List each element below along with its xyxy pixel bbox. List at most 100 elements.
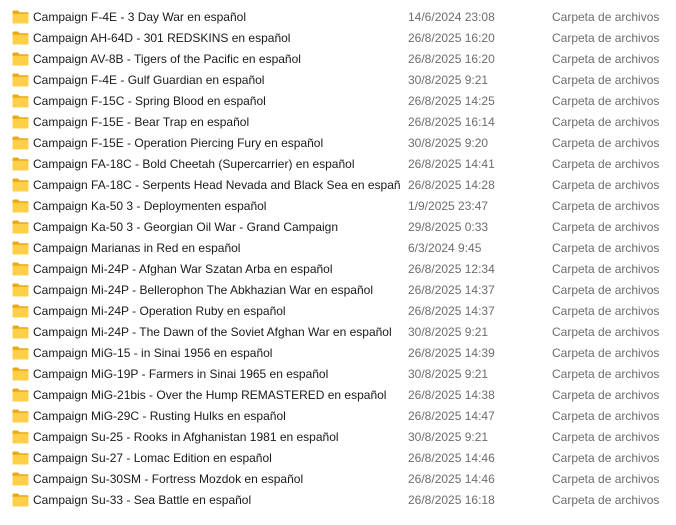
file-type: Carpeta de archivos <box>552 178 660 192</box>
file-type: Carpeta de archivos <box>552 367 660 381</box>
file-row[interactable]: Campaign F-15C - Spring Blood en español… <box>0 91 676 112</box>
file-name: Campaign FA-18C - Serpents Head Nevada a… <box>33 178 401 192</box>
file-type: Carpeta de archivos <box>552 451 660 465</box>
file-row[interactable]: Campaign Su-30SM - Fortress Mozdok en es… <box>0 469 676 490</box>
file-modified-date: 30/8/2025 9:21 <box>408 430 489 444</box>
file-row[interactable]: Campaign Su-33 - Sea Battle en español 2… <box>0 490 676 511</box>
file-row[interactable]: Campaign F-4E - Gulf Guardian en español… <box>0 70 676 91</box>
file-modified-date: 14/6/2024 23:08 <box>408 10 495 24</box>
file-modified-date: 30/8/2025 9:21 <box>408 73 489 87</box>
file-name: Campaign MiG-15 - in Sinai 1956 en españ… <box>33 346 273 360</box>
file-row[interactable]: Campaign F-15E - Bear Trap en español 26… <box>0 112 676 133</box>
file-modified-date: 26/8/2025 14:28 <box>408 178 495 192</box>
file-type: Carpeta de archivos <box>552 283 660 297</box>
file-modified-date: 26/8/2025 16:20 <box>408 52 495 66</box>
folder-icon <box>12 472 29 486</box>
file-name: Campaign Mi-24P - The Dawn of the Soviet… <box>33 325 392 339</box>
file-row[interactable]: Campaign Mi-24P - The Dawn of the Soviet… <box>0 322 676 343</box>
file-row[interactable]: Campaign Marianas in Red en español 6/3/… <box>0 238 676 259</box>
file-modified-date: 29/8/2025 0:33 <box>408 220 489 234</box>
file-type: Carpeta de archivos <box>552 388 660 402</box>
file-name: Campaign MiG-19P - Farmers in Sinai 1965… <box>33 367 329 381</box>
file-type: Carpeta de archivos <box>552 136 660 150</box>
file-row[interactable]: Campaign F-15E - Operation Piercing Fury… <box>0 133 676 154</box>
file-row[interactable]: Campaign FA-18C - Serpents Head Nevada a… <box>0 175 676 196</box>
file-modified-date: 6/3/2024 9:45 <box>408 241 482 255</box>
file-name: Campaign Mi-24P - Operation Ruby en espa… <box>33 304 286 318</box>
folder-icon <box>12 52 29 66</box>
file-row[interactable]: Campaign Mi-24P - Bellerophon The Abkhaz… <box>0 280 676 301</box>
file-modified-date: 26/8/2025 14:38 <box>408 388 495 402</box>
file-modified-date: 1/9/2025 23:47 <box>408 199 489 213</box>
file-row[interactable]: Campaign Ka-50 3 - Deploymenten español … <box>0 196 676 217</box>
file-type: Carpeta de archivos <box>552 472 660 486</box>
file-name: Campaign Su-27 - Lomac Edition en españo… <box>33 451 272 465</box>
folder-icon <box>12 493 29 507</box>
file-row[interactable]: Campaign Su-25 - Rooks in Afghanistan 19… <box>0 427 676 448</box>
folder-icon <box>12 157 29 171</box>
file-type: Carpeta de archivos <box>552 94 660 108</box>
file-modified-date: 26/8/2025 16:18 <box>408 493 495 507</box>
file-type: Carpeta de archivos <box>552 157 660 171</box>
file-row[interactable]: Campaign MiG-21bis - Over the Hump REMAS… <box>0 385 676 406</box>
file-type: Carpeta de archivos <box>552 73 660 87</box>
folder-icon <box>12 178 29 192</box>
folder-icon <box>12 115 29 129</box>
file-name: Campaign F-15E - Bear Trap en español <box>33 115 250 129</box>
file-name: Campaign AH-64D - 301 REDSKINS en españo… <box>33 31 291 45</box>
folder-icon <box>12 10 29 24</box>
folder-icon <box>12 388 29 402</box>
folder-icon <box>12 304 29 318</box>
file-modified-date: 26/8/2025 14:41 <box>408 157 495 171</box>
file-type: Carpeta de archivos <box>552 10 660 24</box>
folder-icon <box>12 136 29 150</box>
file-modified-date: 26/8/2025 12:34 <box>408 262 495 276</box>
file-type: Carpeta de archivos <box>552 325 660 339</box>
folder-icon <box>12 31 29 45</box>
file-type: Carpeta de archivos <box>552 262 660 276</box>
file-name: Campaign AV-8B - Tigers of the Pacific e… <box>33 52 301 66</box>
file-name: Campaign Marianas in Red en español <box>33 241 241 255</box>
file-modified-date: 26/8/2025 14:47 <box>408 409 495 423</box>
file-name: Campaign Su-30SM - Fortress Mozdok en es… <box>33 472 304 486</box>
file-modified-date: 26/8/2025 14:37 <box>408 283 495 297</box>
file-row[interactable]: Campaign Mi-24P - Operation Ruby en espa… <box>0 301 676 322</box>
file-name: Campaign Ka-50 3 - Georgian Oil War - Gr… <box>33 220 339 234</box>
file-row[interactable]: Campaign Mi-24P - Afghan War Szatan Arba… <box>0 259 676 280</box>
file-type: Carpeta de archivos <box>552 304 660 318</box>
file-modified-date: 26/8/2025 16:14 <box>408 115 495 129</box>
folder-icon <box>12 367 29 381</box>
file-type: Carpeta de archivos <box>552 115 660 129</box>
folder-icon <box>12 451 29 465</box>
file-name: Campaign Su-33 - Sea Battle en español <box>33 493 252 507</box>
file-row[interactable]: Campaign MiG-29C - Rusting Hulks en espa… <box>0 406 676 427</box>
file-row[interactable]: Campaign FA-18C - Bold Cheetah (Supercar… <box>0 154 676 175</box>
file-row[interactable]: Campaign Ka-50 3 - Georgian Oil War - Gr… <box>0 217 676 238</box>
file-name: Campaign Ka-50 3 - Deploymenten español <box>33 199 267 213</box>
file-modified-date: 26/8/2025 14:46 <box>408 451 495 465</box>
file-row[interactable]: Campaign F-4E - 3 Day War en español 14/… <box>0 7 676 28</box>
file-name: Campaign Mi-24P - Bellerophon The Abkhaz… <box>33 283 373 297</box>
file-name: Campaign Mi-24P - Afghan War Szatan Arba… <box>33 262 333 276</box>
folder-icon <box>12 241 29 255</box>
file-name: Campaign MiG-29C - Rusting Hulks en espa… <box>33 409 286 423</box>
file-name: Campaign FA-18C - Bold Cheetah (Supercar… <box>33 157 355 171</box>
file-list: Campaign F-4E - 3 Day War en español 14/… <box>0 7 676 511</box>
file-row[interactable]: Campaign MiG-15 - in Sinai 1956 en españ… <box>0 343 676 364</box>
file-modified-date: 26/8/2025 14:39 <box>408 346 495 360</box>
file-type: Carpeta de archivos <box>552 220 660 234</box>
file-type: Carpeta de archivos <box>552 493 660 507</box>
file-modified-date: 26/8/2025 14:37 <box>408 304 495 318</box>
file-row[interactable]: Campaign AV-8B - Tigers of the Pacific e… <box>0 49 676 70</box>
file-name: Campaign F-15C - Spring Blood en español <box>33 94 266 108</box>
folder-icon <box>12 199 29 213</box>
file-name: Campaign F-4E - 3 Day War en español <box>33 10 246 24</box>
file-type: Carpeta de archivos <box>552 346 660 360</box>
file-row[interactable]: Campaign AH-64D - 301 REDSKINS en españo… <box>0 28 676 49</box>
folder-icon <box>12 73 29 87</box>
file-modified-date: 30/8/2025 9:21 <box>408 367 489 381</box>
file-row[interactable]: Campaign Su-27 - Lomac Edition en españo… <box>0 448 676 469</box>
file-row[interactable]: Campaign MiG-19P - Farmers in Sinai 1965… <box>0 364 676 385</box>
file-name: Campaign MiG-21bis - Over the Hump REMAS… <box>33 388 387 402</box>
file-name: Campaign F-4E - Gulf Guardian en español <box>33 73 265 87</box>
